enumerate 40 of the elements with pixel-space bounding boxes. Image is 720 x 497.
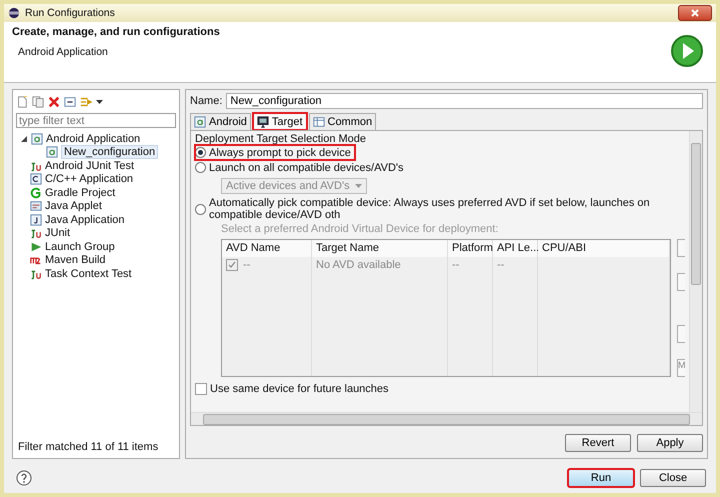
column-header[interactable]: AVD Name — [222, 240, 312, 257]
name-label: Name: — [190, 95, 222, 107]
tree-item[interactable]: New_configuration — [61, 145, 158, 160]
tree-item[interactable]: JUnit — [45, 227, 70, 240]
radio-option[interactable]: Always prompt to pick device — [195, 145, 355, 160]
table-cell: -- — [497, 259, 504, 271]
avd-hint: Select a preferred Android Virtual Device for deployment: — [221, 223, 500, 235]
radio-option[interactable]: Launch on all compatible devices/AVD's — [195, 160, 408, 175]
tab[interactable]: Target — [252, 113, 306, 130]
column-header[interactable]: Target Name — [312, 240, 448, 257]
dialog-button[interactable]: Close — [640, 469, 706, 487]
tree-item[interactable]: Android Application — [46, 132, 140, 145]
dialog-button[interactable]: Run — [568, 469, 634, 487]
window-title: Run Configurations — [25, 7, 116, 19]
action-button[interactable]: Apply — [637, 434, 703, 452]
tree-item[interactable]: Java Application — [45, 214, 124, 226]
column-header[interactable]: API Le... — [493, 240, 538, 257]
tree-item[interactable]: C/C++ Application — [45, 173, 134, 186]
group-label: Deployment Target Selection Mode — [195, 133, 368, 145]
tree-item[interactable]: Android JUnit Test — [45, 160, 134, 172]
tree-item[interactable]: Launch Group — [45, 240, 115, 253]
filter-status: Filter matched 11 of 11 items — [17, 440, 160, 455]
action-button[interactable]: Revert — [565, 434, 631, 452]
tree-item[interactable]: Task Context Test — [45, 268, 132, 280]
column-header[interactable]: Platform — [448, 240, 493, 257]
table-cell: No AVD available — [316, 259, 401, 271]
dialog-subtitle: Android Application — [18, 46, 109, 58]
tab[interactable]: Android — [190, 113, 251, 130]
filter-field[interactable]: type filter text — [16, 113, 176, 128]
tree-item[interactable]: Maven Build — [45, 254, 106, 266]
name-field[interactable]: New_configuration — [226, 93, 703, 109]
radio-option[interactable]: Automatically pick compatible device: Always uses preferred AVD if set below, launches on compatible device/AVD oth — [195, 197, 685, 221]
tree-item[interactable]: Java Applet — [45, 200, 102, 212]
column-header[interactable]: CPU/ABI — [538, 240, 670, 257]
reuse-device-checkbox[interactable]: Use same device for future launches — [195, 383, 389, 395]
table-cell: -- — [452, 259, 460, 271]
table-cell: -- — [243, 259, 250, 271]
tab[interactable]: Common — [308, 113, 376, 130]
dialog-title: Create, manage, and run configurations — [12, 26, 220, 38]
tree-item[interactable]: Gradle Project — [45, 186, 116, 199]
